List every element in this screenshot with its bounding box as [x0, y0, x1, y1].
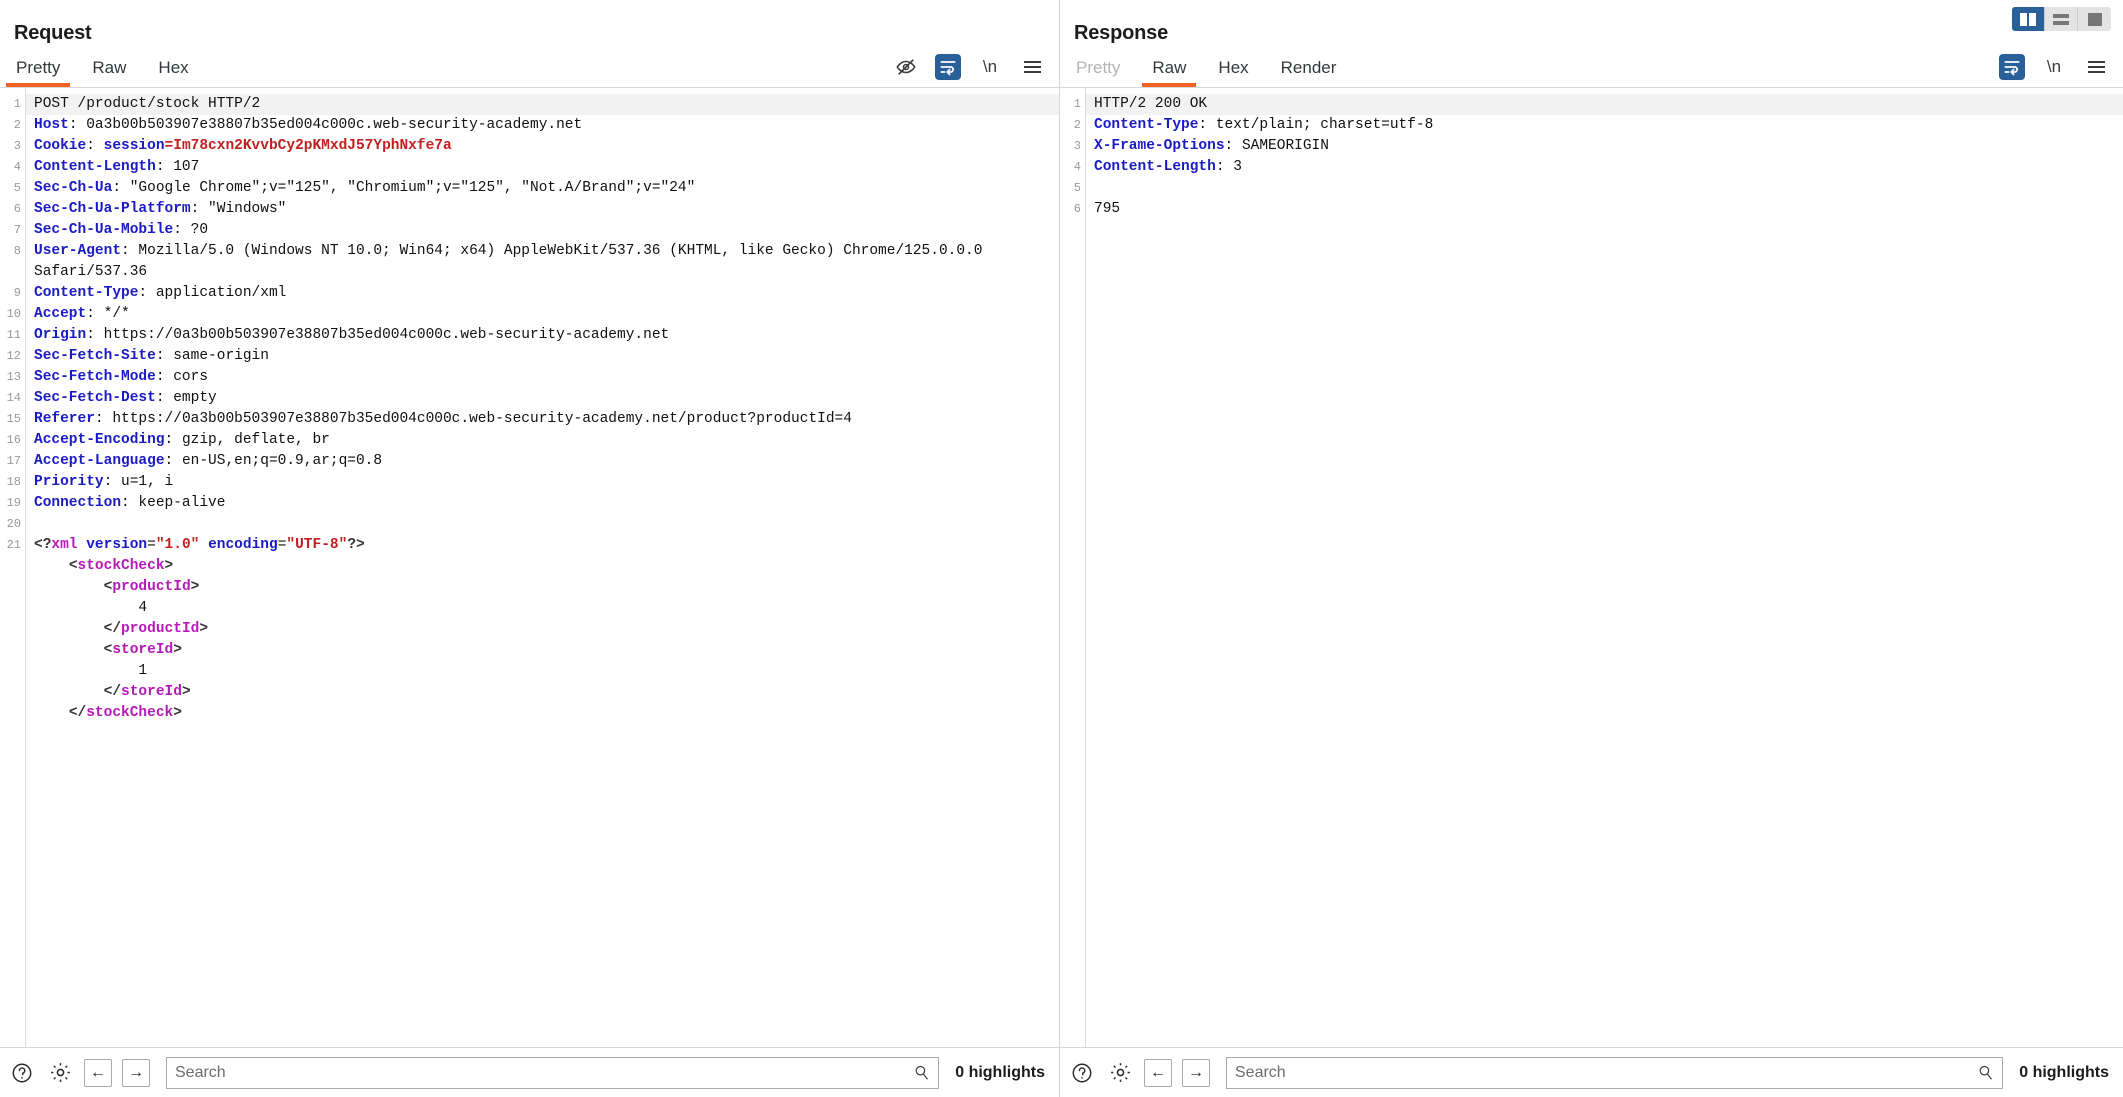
layout-horizontal-split-button[interactable] [2045, 7, 2078, 31]
tab-request-hex[interactable]: Hex [142, 58, 204, 87]
code-line: Accept-Language: en-US,en;q=0.9,ar;q=0.8 [34, 453, 383, 469]
code-line: Content-Type: text/plain; charset=utf-8 [1094, 117, 1434, 133]
eye-off-icon[interactable] [893, 54, 919, 80]
code-line: User-Agent: Mozilla/5.0 (Windows NT 10.0… [34, 243, 992, 280]
search-prev-button[interactable]: ← [84, 1058, 112, 1087]
search-icon [915, 1065, 928, 1080]
code-line: <?xml version="1.0" encoding="UTF-8"?> [34, 537, 365, 553]
response-title: Response [1074, 22, 1168, 44]
code-line: Content-Type: application/xml [34, 285, 287, 301]
search-next-button[interactable]: → [1182, 1058, 1210, 1087]
vertical-split-icon [2020, 12, 2036, 26]
code-line: Origin: https://0a3b00b503907e38807b35ed… [34, 327, 670, 343]
request-tabs-row: Pretty Raw Hex \n [0, 45, 1059, 87]
code-line: 795 [1094, 201, 1121, 217]
newline-label: \n [982, 57, 998, 76]
layout-vertical-split-button[interactable] [2012, 7, 2045, 31]
layout-single-pane-button[interactable] [2078, 7, 2111, 31]
newline-label: \n [2046, 57, 2062, 76]
code-line: POST /product/stock HTTP/2 [26, 94, 1059, 115]
response-code[interactable]: HTTP/2 200 OK Content-Type: text/plain; c… [1086, 88, 2123, 1047]
menu-icon[interactable] [1019, 54, 1045, 80]
code-line: Accept-Encoding: gzip, deflate, br [34, 432, 330, 448]
code-line: Sec-Fetch-Mode: cors [34, 369, 209, 385]
search-icon [1979, 1065, 1992, 1080]
code-line: <storeId> [103, 642, 182, 658]
tab-response-render[interactable]: Render [1265, 58, 1353, 87]
request-bottom-bar: ← → 0 highlights [0, 1047, 1059, 1097]
code-line: Priority: u=1, i [34, 474, 174, 490]
code-line: X-Frame-Options: SAMEORIGIN [1094, 138, 1329, 154]
code-line: Accept: */* [34, 306, 130, 322]
code-line: </storeId> [103, 684, 191, 700]
tab-response-pretty[interactable]: Pretty [1060, 58, 1136, 87]
single-pane-icon [2087, 12, 2102, 26]
help-icon[interactable] [8, 1059, 36, 1087]
word-wrap-icon[interactable] [1999, 54, 2025, 80]
menu-icon[interactable] [2083, 54, 2109, 80]
code-line: HTTP/2 200 OK [1086, 94, 2123, 115]
tab-request-raw[interactable]: Raw [76, 58, 142, 87]
code-line: <stockCheck> [68, 558, 174, 574]
request-search-input[interactable] [175, 1063, 914, 1082]
code-line: Sec-Ch-Ua-Mobile: ?0 [34, 222, 209, 238]
request-title: Request [14, 22, 92, 44]
hamburger-glyph [1023, 61, 1041, 73]
newline-icon[interactable]: \n [2041, 54, 2067, 80]
tab-response-hex[interactable]: Hex [1202, 58, 1264, 87]
search-prev-button[interactable]: ← [1144, 1058, 1172, 1087]
help-icon[interactable] [1068, 1059, 1096, 1087]
response-search-field[interactable] [1226, 1056, 2004, 1089]
request-search-field[interactable] [166, 1056, 940, 1089]
hamburger-glyph [2087, 61, 2105, 73]
code-line: </productId> [103, 621, 209, 637]
code-line: Sec-Ch-Ua: "Google Chrome";v="125", "Chr… [34, 180, 696, 196]
code-line: Sec-Ch-Ua-Platform: "Windows" [34, 201, 287, 217]
response-bottom-bar: ← → 0 highlights [1060, 1047, 2123, 1097]
code-line: Connection: keep-alive [34, 495, 226, 511]
code-line: 1 [138, 663, 148, 679]
code-line: Sec-Fetch-Dest: empty [34, 390, 217, 406]
layout-toggle-group [2012, 7, 2111, 31]
response-pane: Response Pretty Raw Hex Render \n 1 2 3 … [1060, 0, 2123, 1097]
settings-gear-icon[interactable] [46, 1059, 74, 1087]
tab-request-pretty[interactable]: Pretty [0, 58, 76, 87]
response-search-input[interactable] [1235, 1063, 1978, 1082]
response-tool-icons: \n [1999, 54, 2109, 87]
http-message-viewer: Request Pretty Raw Hex \n 1 2 3 4 5 6 7 … [0, 0, 2123, 1097]
response-tabs-row: Pretty Raw Hex Render \n [1060, 45, 2123, 87]
request-editor[interactable]: 1 2 3 4 5 6 7 8 9 10 11 12 13 14 15 16 17 18 19 20 21 POST /… [0, 87, 1059, 1047]
response-highlights-count: 0 highlights [2019, 1063, 2109, 1081]
horizontal-split-icon [2053, 13, 2069, 25]
request-pane: Request Pretty Raw Hex \n 1 2 3 4 5 6 7 … [0, 0, 1060, 1097]
response-tabs: Pretty Raw Hex Render [1060, 45, 1352, 87]
code-line: 4 [138, 600, 148, 616]
code-line: Content-Length: 107 [34, 159, 200, 175]
code-line: Content-Length: 3 [1094, 159, 1242, 175]
request-line-numbers: 1 2 3 4 5 6 7 8 9 10 11 12 13 14 15 16 17 18 19 20 21 [0, 88, 26, 1047]
word-wrap-icon[interactable] [935, 54, 961, 80]
tab-response-raw[interactable]: Raw [1136, 58, 1202, 87]
code-line: <productId> [103, 579, 200, 595]
newline-icon[interactable]: \n [977, 54, 1003, 80]
request-tabs: Pretty Raw Hex [0, 45, 205, 87]
code-line: Sec-Fetch-Site: same-origin [34, 348, 269, 364]
code-line: </stockCheck> [68, 705, 182, 721]
request-highlights-count: 0 highlights [955, 1063, 1045, 1081]
request-tool-icons: \n [893, 54, 1045, 87]
code-line: Host: 0a3b00b503907e38807b35ed004c000c.w… [34, 117, 583, 133]
search-next-button[interactable]: → [122, 1058, 150, 1087]
code-line: Cookie: session=Im78cxn2KvvbCy2pKMxdJ57Y… [34, 138, 452, 154]
settings-gear-icon[interactable] [1106, 1059, 1134, 1087]
response-editor[interactable]: 123456 HTTP/2 200 OK Content-Type: text/p… [1060, 87, 2123, 1047]
code-line: Referer: https://0a3b00b503907e38807b35e… [34, 411, 852, 427]
response-line-numbers: 123456 [1060, 88, 1086, 1047]
request-code[interactable]: POST /product/stock HTTP/2 Host: 0a3b00b5… [26, 88, 1059, 1047]
